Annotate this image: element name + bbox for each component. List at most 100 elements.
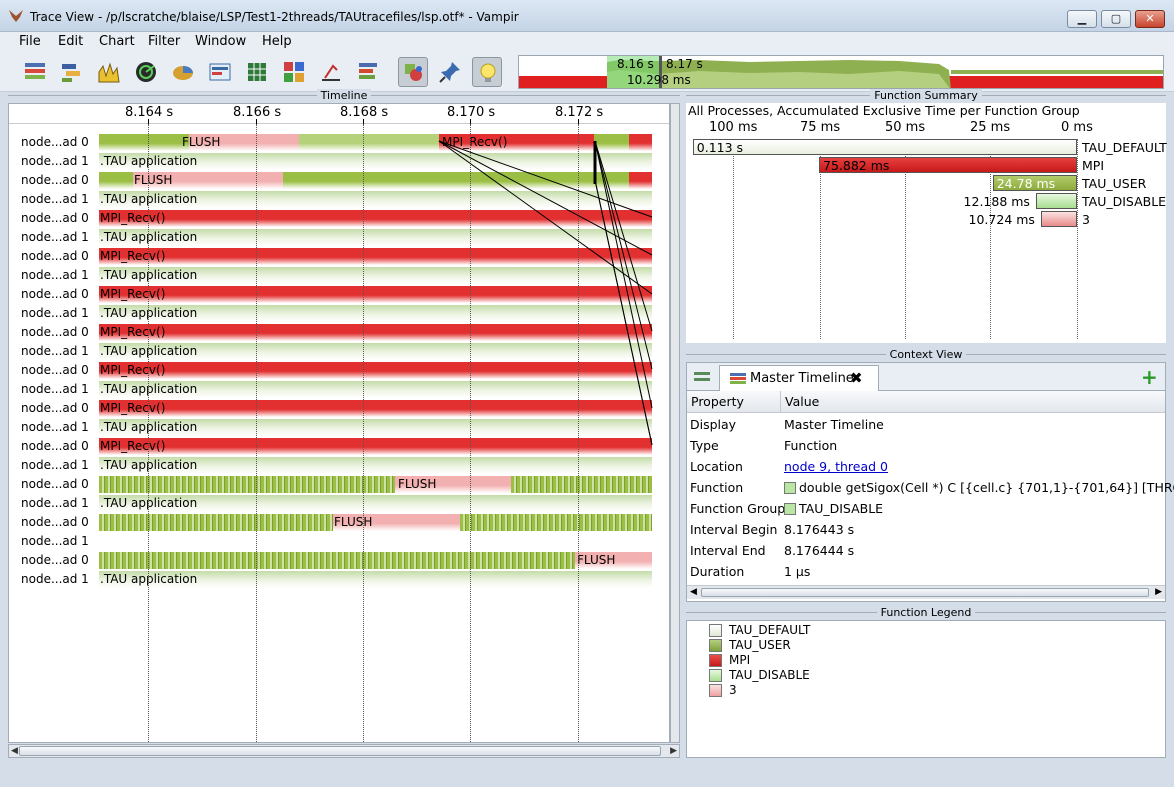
- fs-bar[interactable]: [1035, 193, 1077, 209]
- fs-bar[interactable]: [692, 139, 1077, 155]
- function-bar[interactable]: [629, 134, 652, 151]
- grid-line: [256, 124, 257, 742]
- fs-grid-line: [1077, 139, 1078, 339]
- function-bar[interactable]: [99, 134, 189, 151]
- menu-edit[interactable]: Edit: [58, 34, 83, 49]
- window-title: Trace View - /p/lscratche/blaise/LSP/Tes…: [30, 10, 519, 24]
- fs-bar[interactable]: [1040, 211, 1077, 227]
- zoom-select-icon: [405, 64, 422, 81]
- legend-item-label: TAU_USER: [729, 638, 791, 652]
- process-summary-icon: [359, 63, 377, 79]
- function-color-swatch: [784, 503, 796, 515]
- process-row-label: node...ad 1: [21, 420, 89, 434]
- timeline-pane-title: Timeline: [8, 89, 680, 102]
- io-events-icon: [284, 62, 304, 82]
- axis-tick-label: 8.172 s: [555, 105, 604, 120]
- process-summary-button[interactable]: [353, 57, 383, 87]
- function-bar[interactable]: [99, 362, 652, 379]
- context-property: Function: [690, 480, 744, 495]
- overview-left-time: 8.16 s: [617, 57, 654, 71]
- zoom-select-button[interactable]: [398, 57, 428, 87]
- function-summary-button[interactable]: [168, 57, 198, 87]
- process-row-label: node...ad 0: [21, 249, 89, 263]
- performance-radar-button[interactable]: [131, 57, 161, 87]
- function-bar-label: FLUSH: [182, 135, 221, 149]
- fs-bar-value: 75.882 ms: [823, 158, 890, 173]
- message-summary-button[interactable]: [205, 57, 235, 87]
- scroll-right-icon[interactable]: ▶: [1155, 587, 1162, 597]
- scroll-right-icon[interactable]: ▶: [670, 745, 677, 757]
- function-bar[interactable]: [594, 134, 629, 151]
- io-events-button[interactable]: [279, 57, 309, 87]
- master-timeline[interactable]: 8.164 s 8.166 s 8.168 s 8.170 s 8.172 s …: [8, 103, 670, 743]
- close-button[interactable]: ✕: [1135, 10, 1165, 28]
- menu-help[interactable]: Help: [262, 34, 292, 49]
- function-bar[interactable]: [99, 438, 652, 455]
- scroll-thumb[interactable]: [19, 746, 661, 756]
- scroll-thumb[interactable]: [701, 588, 1149, 597]
- master-timeline-icon: [25, 63, 45, 79]
- function-bar[interactable]: [99, 210, 652, 227]
- timeline-horizontal-scrollbar[interactable]: ◀ ▶: [8, 744, 680, 758]
- process-row-label: node...ad 1: [21, 154, 89, 168]
- call-tree-button[interactable]: [316, 57, 346, 87]
- scroll-left-icon[interactable]: ◀: [11, 745, 18, 757]
- context-value[interactable]: node 9, thread 0: [784, 459, 888, 474]
- menu-filter[interactable]: Filter: [148, 34, 180, 49]
- function-bar[interactable]: [99, 514, 333, 531]
- axis-tick-label: 8.164 s: [125, 105, 174, 120]
- context-value: Master Timeline: [784, 417, 884, 432]
- tab-master-timeline[interactable]: Master Timeline ✖: [719, 365, 879, 391]
- context-view-tabbar: Master Timeline ✖ +: [687, 363, 1165, 391]
- menu-chart[interactable]: Chart: [99, 34, 135, 49]
- menu-window[interactable]: Window: [195, 34, 246, 49]
- master-timeline-button[interactable]: [20, 57, 50, 87]
- function-summary-chart[interactable]: All Processes, Accumulated Exclusive Tim…: [686, 103, 1167, 343]
- function-bar[interactable]: [629, 172, 652, 189]
- function-bar[interactable]: [99, 248, 652, 265]
- scroll-left-icon[interactable]: ◀: [690, 587, 697, 597]
- pin-button[interactable]: [435, 57, 465, 87]
- function-bar[interactable]: [99, 552, 575, 569]
- menu-bar: File Edit Chart Filter Window Help: [0, 32, 1174, 52]
- process-row-label: node...ad 1: [21, 496, 89, 510]
- fs-bar-value: 10.724 ms: [968, 212, 1035, 227]
- counter-timeline-icon: [98, 62, 120, 83]
- function-bar[interactable]: [99, 324, 652, 341]
- lightbulb-button[interactable]: [472, 57, 502, 87]
- context-list-icon[interactable]: [694, 371, 710, 383]
- context-value: 8.176443 s: [784, 522, 855, 537]
- context-property: Duration: [690, 564, 745, 579]
- context-property: Location: [690, 459, 743, 474]
- counter-timeline-button[interactable]: [94, 57, 124, 87]
- process-timeline-button[interactable]: [57, 57, 87, 87]
- function-bar[interactable]: [99, 172, 133, 189]
- function-bar[interactable]: [460, 514, 652, 531]
- overview-timeline[interactable]: [518, 55, 1164, 89]
- function-bar[interactable]: [99, 476, 395, 493]
- overview-duration: 10.298 ms: [627, 73, 691, 87]
- timeline-axis: 8.164 s 8.166 s 8.168 s 8.170 s 8.172 s: [9, 104, 669, 124]
- function-summary-pane-title: Function Summary: [686, 89, 1166, 102]
- maximize-button[interactable]: ▢: [1101, 10, 1131, 28]
- master-timeline-icon: [730, 373, 746, 384]
- process-row-label: node...ad 1: [21, 572, 89, 586]
- function-bar[interactable]: [299, 134, 439, 151]
- function-bar[interactable]: [99, 400, 652, 417]
- add-tab-icon[interactable]: +: [1141, 365, 1158, 389]
- axis-tick-label: 8.166 s: [233, 105, 282, 120]
- communication-matrix-button[interactable]: [242, 57, 272, 87]
- minimize-button[interactable]: ▁: [1067, 10, 1097, 28]
- call-tree-icon: [322, 64, 340, 81]
- context-horizontal-scrollbar[interactable]: ◀ ▶: [687, 585, 1165, 599]
- grid-line: [363, 124, 364, 742]
- function-bar-label: FLUSH: [134, 173, 173, 187]
- function-summary-icon: [173, 66, 193, 80]
- tab-close-icon[interactable]: ✖: [850, 369, 863, 387]
- function-bar[interactable]: [511, 476, 652, 493]
- menu-file[interactable]: File: [19, 34, 41, 49]
- function-bar[interactable]: [99, 286, 652, 303]
- process-timeline-icon: [62, 64, 80, 82]
- timeline-vertical-scrollbar[interactable]: [670, 103, 680, 743]
- context-property: Display: [690, 417, 737, 432]
